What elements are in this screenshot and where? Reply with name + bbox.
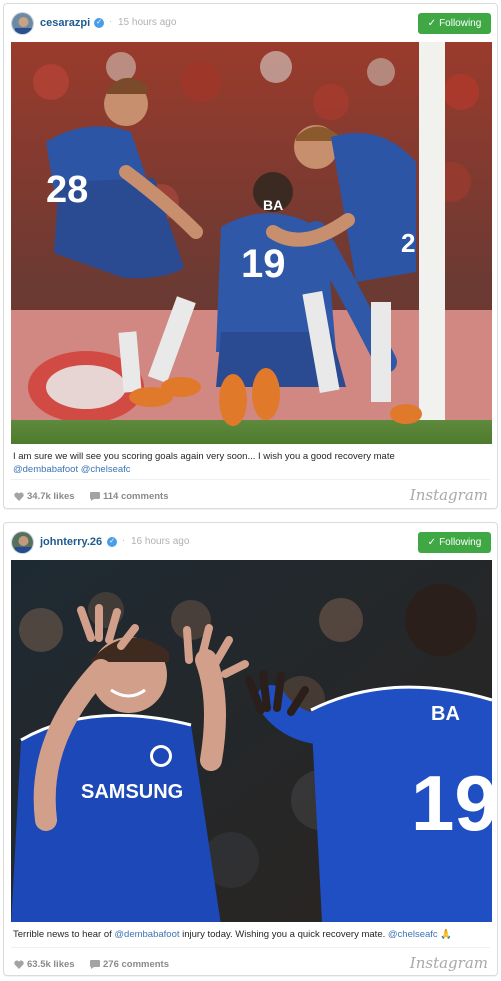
following-button[interactable]: ✓ Following — [418, 532, 491, 553]
separator-dot: · — [122, 535, 125, 545]
caption-text: I am sure we will see you scoring goals … — [13, 451, 395, 462]
heart-icon — [14, 492, 24, 501]
post-photo[interactable]: 28 BA 19 2 — [11, 42, 492, 444]
avatar[interactable] — [11, 12, 34, 35]
shirt-sponsor: SAMSUNG — [81, 781, 183, 803]
comment-icon — [90, 960, 100, 969]
likes-count[interactable]: 63.5k likes — [14, 959, 75, 970]
post-caption: I am sure we will see you scoring goals … — [13, 450, 489, 476]
jersey-number: 28 — [46, 169, 88, 211]
likes-count[interactable]: 34.7k likes — [14, 491, 75, 502]
instagram-logo[interactable]: Instagram — [410, 954, 488, 972]
praying-hands-emoji: 🙏 — [440, 929, 453, 940]
verified-badge-icon: ✓ — [107, 537, 117, 547]
divider — [11, 479, 490, 480]
instagram-logo[interactable]: Instagram — [410, 486, 488, 504]
post-card: johnterry.26 ✓ · 16 hours ago ✓ Following — [3, 522, 498, 976]
comments-count[interactable]: 114 comments — [90, 491, 168, 502]
comments-count[interactable]: 276 comments — [90, 959, 169, 970]
post-card: cesarazpi ✓ · 15 hours ago ✓ Following 2… — [3, 3, 498, 509]
following-label: Following — [439, 537, 482, 548]
caption-mentions[interactable]: @dembabafoot @chelseafc — [13, 464, 131, 475]
checkmark-icon: ✓ — [427, 18, 437, 29]
separator-dot: · — [109, 16, 112, 26]
comment-icon — [90, 492, 100, 501]
jersey-number: 2 — [401, 228, 415, 258]
caption-mention[interactable]: @chelseafc — [388, 929, 438, 940]
verified-badge-icon: ✓ — [94, 18, 104, 28]
avatar[interactable] — [11, 531, 34, 554]
following-label: Following — [439, 18, 482, 29]
caption-text: Terrible news to hear of — [13, 929, 112, 940]
post-header: johnterry.26 ✓ · 16 hours ago ✓ Following — [4, 523, 497, 561]
username[interactable]: johnterry.26 — [40, 536, 102, 548]
caption-text: injury today. Wishing you a quick recove… — [182, 929, 386, 940]
username[interactable]: cesarazpi — [40, 17, 90, 29]
post-footer: 34.7k likes 114 comments Instagram — [4, 479, 497, 507]
post-caption: Terrible news to hear of @dembabafoot in… — [13, 928, 489, 941]
post-footer: 63.5k likes 276 comments Instagram — [4, 947, 497, 975]
timestamp[interactable]: 15 hours ago — [118, 17, 176, 28]
post-header: cesarazpi ✓ · 15 hours ago ✓ Following — [4, 4, 497, 42]
heart-icon — [14, 960, 24, 969]
jersey-number: 19 — [241, 242, 286, 286]
divider — [11, 947, 490, 948]
checkmark-icon: ✓ — [427, 537, 437, 548]
following-button[interactable]: ✓ Following — [418, 13, 491, 34]
shirt-name: BA — [431, 703, 460, 725]
jersey-number: 19 — [411, 759, 492, 847]
caption-mention[interactable]: @dembabafoot — [114, 929, 179, 940]
timestamp[interactable]: 16 hours ago — [131, 536, 189, 547]
shirt-name: BA — [263, 197, 283, 213]
post-photo[interactable]: SAMSUNG BA 19 — [11, 560, 492, 922]
